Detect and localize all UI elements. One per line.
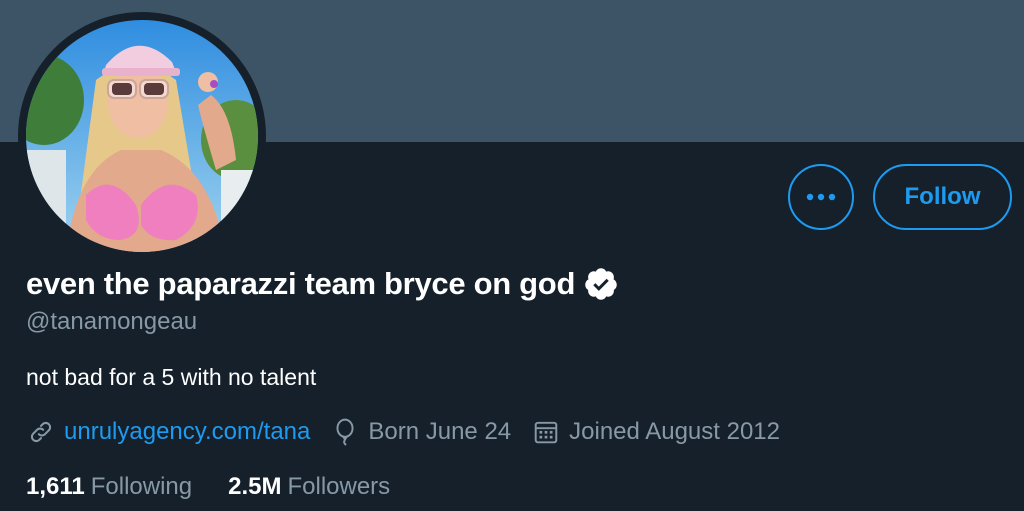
profile-name-row: even the paparazzi team bryce on god <box>26 262 619 306</box>
profile-meta: unrulyagency.com/tana Born June 24 Joine… <box>28 414 802 450</box>
birthday-item: Born June 24 <box>332 418 511 446</box>
following-count: 1,611 <box>26 473 85 500</box>
profile-bio: not bad for a 5 with no talent <box>26 364 317 390</box>
balloon-icon <box>336 418 354 446</box>
profile-stats: 1,611 Following 2.5M Followers <box>26 470 426 504</box>
follow-button-label: Follow <box>904 183 981 210</box>
website-link[interactable]: unrulyagency.com/tana <box>64 418 310 446</box>
website-item: unrulyagency.com/tana <box>28 418 310 446</box>
link-icon <box>30 421 52 443</box>
following-link[interactable]: 1,611 Following <box>26 473 192 501</box>
ellipsis-icon <box>806 193 836 201</box>
followers-count: 2.5M <box>228 473 282 500</box>
birthday-text: Born June 24 <box>368 418 512 445</box>
calendar-icon <box>534 421 558 444</box>
followers-label: Followers <box>287 473 391 500</box>
verified-badge-icon <box>585 268 617 300</box>
following-label: Following <box>90 473 193 500</box>
joined-item: Joined August 2012 <box>533 418 780 446</box>
avatar[interactable] <box>26 20 258 252</box>
joined-text: Joined August 2012 <box>569 418 780 445</box>
followers-link[interactable]: 2.5M Followers <box>228 473 390 501</box>
follow-button[interactable]: Follow <box>873 164 1012 230</box>
display-name: even the paparazzi team bryce on god <box>26 266 576 301</box>
user-handle: @tanamongeau <box>26 308 198 335</box>
more-options-button[interactable] <box>788 164 854 230</box>
